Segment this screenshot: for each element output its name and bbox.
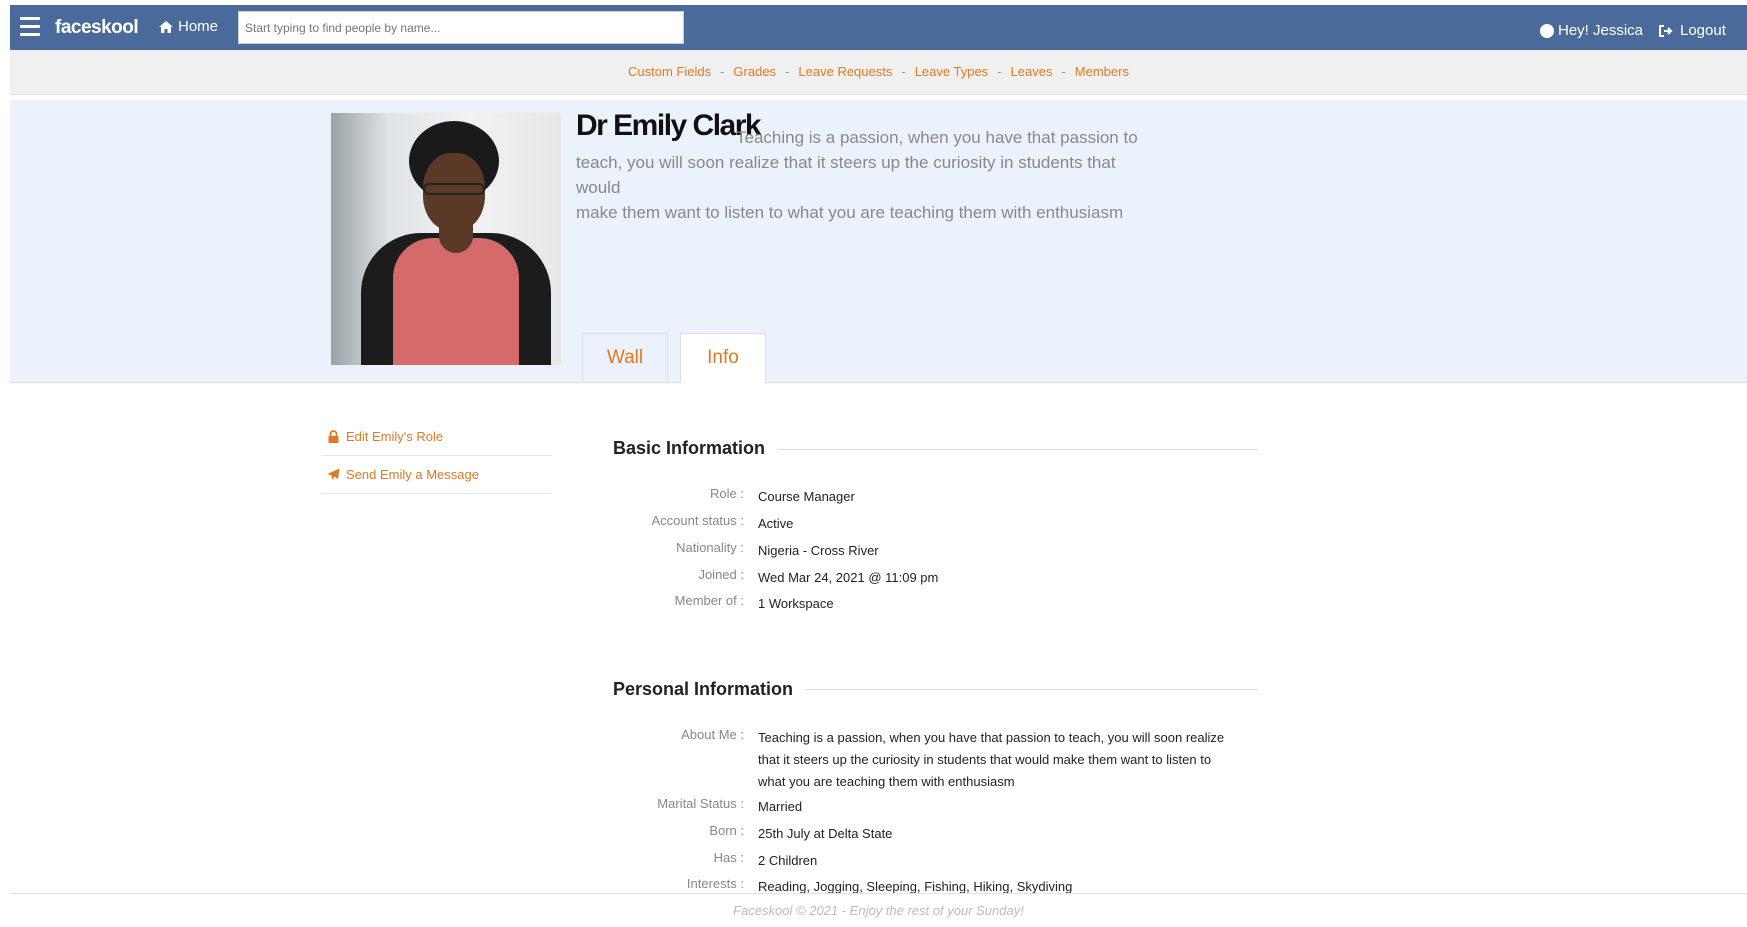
subnav-members[interactable]: Members xyxy=(1075,64,1129,79)
user-menu[interactable]: Hey! Jessica xyxy=(1540,22,1643,39)
info-row-nationality: Nationality : Nigeria - Cross River xyxy=(676,540,879,558)
profile-bio: Teaching is a passion, when you have tha… xyxy=(576,128,1138,222)
tab-wall[interactable]: Wall xyxy=(582,333,668,381)
subnav-grades[interactable]: Grades xyxy=(733,64,776,79)
top-navbar: faceskool Home Hey! Jessica Logout xyxy=(10,5,1747,50)
info-row-member-of: Member of : 1 Workspace xyxy=(674,593,834,611)
subnav-custom-fields[interactable]: Custom Fields xyxy=(628,64,711,79)
info-row-role: Role : Course Manager xyxy=(710,486,855,504)
logout-label: Logout xyxy=(1680,22,1726,39)
tab-info[interactable]: Info xyxy=(680,333,766,383)
subnav-leave-requests[interactable]: Leave Requests xyxy=(798,64,892,79)
home-icon xyxy=(159,20,173,33)
user-greeting: Hey! Jessica xyxy=(1558,22,1644,39)
edit-role-link[interactable]: Edit Emily's Role xyxy=(322,418,552,456)
info-row-joined: Joined : Wed Mar 24, 2021 @ 11:09 pm xyxy=(698,567,939,585)
subnav-leaves[interactable]: Leaves xyxy=(1011,64,1053,79)
logout-button[interactable]: Logout xyxy=(1658,22,1726,39)
subnav-leave-types[interactable]: Leave Types xyxy=(915,64,988,79)
info-row-has: Has : 2 Children xyxy=(713,850,818,868)
lock-icon xyxy=(328,430,339,443)
admin-subnav: Custom Fields - Grades - Leave Requests - Leav… xyxy=(10,50,1747,95)
paper-plane-icon xyxy=(327,468,340,480)
send-message-link[interactable]: Send Emily a Message xyxy=(322,456,552,494)
info-row-about-me: About Me : Teaching is a passion, when y… xyxy=(681,727,1225,789)
profile-actions: Edit Emily's Role Send Emily a Message xyxy=(322,418,552,494)
brand-logo[interactable]: faceskool xyxy=(55,17,139,39)
home-label: Home xyxy=(178,18,219,35)
info-row-marital-status: Marital Status : Married xyxy=(657,796,803,814)
hamburger-menu-icon[interactable] xyxy=(20,17,40,37)
user-circle-icon xyxy=(1540,23,1554,38)
sign-out-icon xyxy=(1659,24,1673,37)
profile-header: Dr Emily Clark Teaching is a passion, wh… xyxy=(10,100,1747,383)
footer-text: Faceskool © 2021 - Enjoy the rest of you… xyxy=(10,894,1747,927)
people-search-input[interactable] xyxy=(238,11,684,44)
info-row-account-status: Account status : Active xyxy=(651,513,794,531)
info-row-born: Born : 25th July at Delta State xyxy=(709,823,893,841)
home-link[interactable]: Home xyxy=(158,18,218,35)
profile-photo xyxy=(331,113,561,365)
basic-info-title: Basic Information xyxy=(588,438,778,459)
personal-info-title: Personal Information xyxy=(588,679,806,700)
